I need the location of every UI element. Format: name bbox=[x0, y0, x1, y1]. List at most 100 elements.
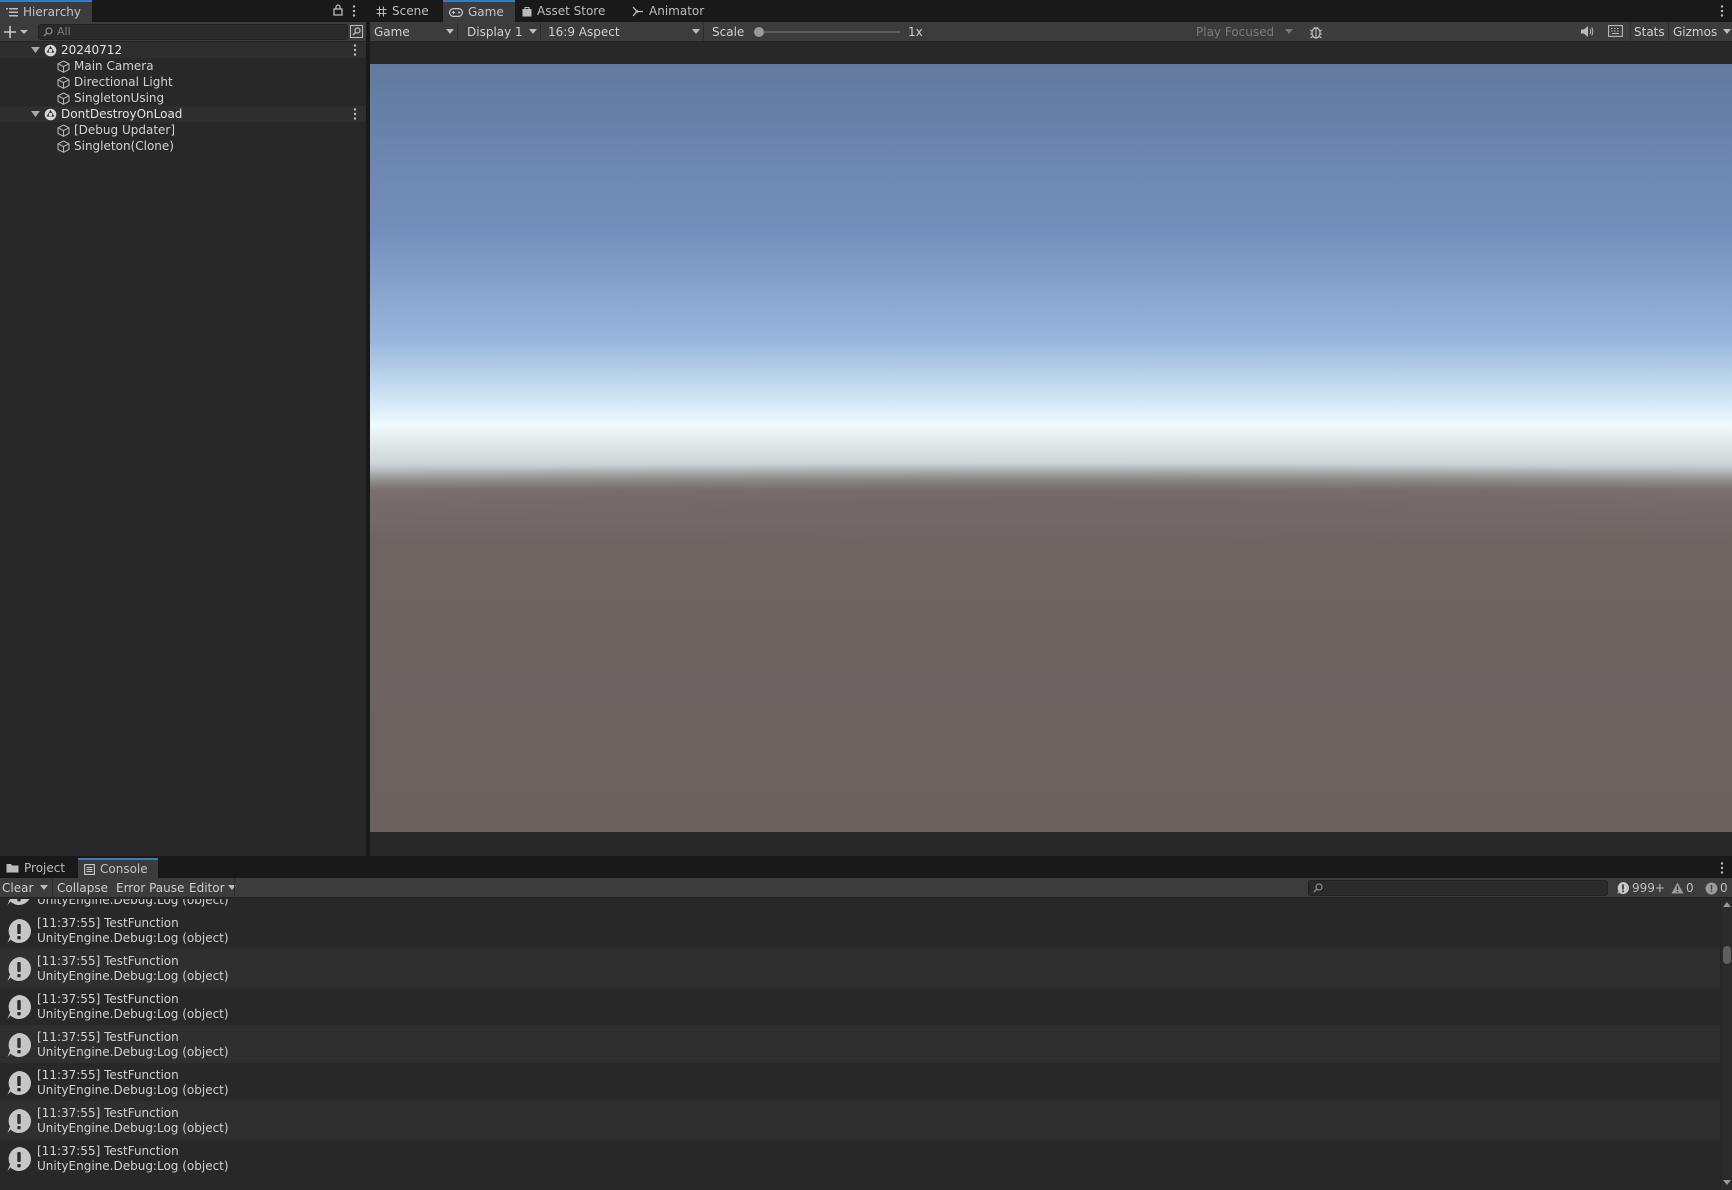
log-entry-message: [11:37:55] TestFunction bbox=[37, 1030, 179, 1044]
log-entry-stack: UnityEngine.Debug:Log (object) bbox=[37, 1045, 229, 1059]
clear-options-dropdown[interactable] bbox=[40, 885, 48, 891]
log-count: 999+ bbox=[1632, 881, 1665, 895]
gameobject-cube-icon bbox=[57, 75, 70, 89]
unity-scene-icon bbox=[44, 44, 57, 57]
console-entry[interactable]: [11:37:55] TestFunction UnityEngine.Debu… bbox=[0, 949, 1720, 987]
warning-count: 0 bbox=[1686, 881, 1694, 895]
mute-audio-icon[interactable] bbox=[1580, 25, 1594, 38]
kebab-menu-icon[interactable] bbox=[352, 5, 356, 17]
animator-icon bbox=[632, 6, 644, 17]
tab-animator[interactable]: Animator bbox=[626, 0, 716, 22]
folder-icon bbox=[6, 863, 19, 873]
console-entry[interactable]: [11:37:55] TestFunction UnityEngine.Debu… bbox=[0, 987, 1720, 1025]
editor-dropdown[interactable]: Editor bbox=[187, 880, 238, 896]
gameobject-cube-icon bbox=[57, 123, 70, 137]
center-tabbar: Scene Game Asset Store Animator bbox=[370, 0, 1732, 22]
console-entry[interactable]: [11:37:55] TestFunction UnityEngine.Debu… bbox=[0, 1101, 1720, 1139]
hierarchy-item-directional-light[interactable]: Directional Light bbox=[0, 74, 366, 90]
tab-game[interactable]: Game bbox=[443, 0, 515, 22]
hierarchy-search-input[interactable]: All bbox=[38, 24, 348, 40]
scroll-down-icon[interactable] bbox=[1723, 1180, 1731, 1186]
stats-button[interactable]: Stats bbox=[1631, 25, 1668, 39]
scale-slider-thumb[interactable] bbox=[754, 27, 764, 37]
game-toolbar: Game Display 1 16:9 Aspect Scale 1x Play… bbox=[370, 22, 1732, 42]
log-entry-stack: UnityEngine.Debug:Log (object) bbox=[37, 1159, 229, 1173]
gameobject-cube-icon bbox=[57, 139, 70, 153]
scene-row-dontdestroyonload[interactable]: DontDestroyOnLoad bbox=[0, 106, 366, 122]
hierarchy-item-main-camera[interactable]: Main Camera bbox=[0, 58, 366, 74]
expand-arrow-icon[interactable] bbox=[31, 46, 40, 54]
error-pause-button[interactable]: Error Pause bbox=[114, 880, 186, 896]
console-search-input[interactable] bbox=[1308, 880, 1608, 896]
play-focused-dropdown[interactable]: Play Focused bbox=[1192, 23, 1296, 41]
console-panel: Project Console Clear Collapse Error Pau… bbox=[0, 858, 1732, 1190]
warning-count-toggle[interactable]: 0 bbox=[1671, 880, 1694, 896]
hierarchy-item-debug-updater[interactable]: [Debug Updater] bbox=[0, 122, 366, 138]
aspect-dropdown[interactable]: 16:9 Aspect bbox=[544, 23, 704, 41]
tab-project-label: Project bbox=[24, 861, 66, 875]
gizmos-dropdown[interactable]: Gizmos bbox=[1669, 23, 1732, 41]
keyboard-shortcuts-icon[interactable] bbox=[1608, 25, 1623, 37]
game-mode-label: Game bbox=[374, 25, 410, 39]
warning-icon bbox=[1671, 882, 1684, 894]
hierarchy-item-singleton-clone[interactable]: Singleton(Clone) bbox=[0, 138, 366, 154]
list-icon bbox=[6, 7, 18, 17]
game-viewport[interactable] bbox=[370, 64, 1732, 832]
console-entry[interactable]: [11:37:55] TestFunction UnityEngine.Debu… bbox=[0, 1063, 1720, 1101]
log-info-icon bbox=[6, 1146, 32, 1172]
tab-console[interactable]: Console bbox=[78, 858, 158, 878]
kebab-menu-icon[interactable] bbox=[1720, 862, 1724, 874]
tab-scene[interactable]: Scene bbox=[370, 0, 442, 22]
log-count-toggle[interactable]: 999+ bbox=[1616, 880, 1665, 896]
game-panel: Scene Game Asset Store Animator Game Dis… bbox=[370, 0, 1732, 856]
bottom-tabbar: Project Console bbox=[0, 858, 1732, 878]
log-info-icon bbox=[6, 1108, 32, 1134]
collapse-button[interactable]: Collapse bbox=[55, 880, 110, 896]
info-icon bbox=[1616, 881, 1630, 895]
tab-project[interactable]: Project bbox=[0, 858, 76, 878]
console-scrollbar[interactable] bbox=[1720, 900, 1732, 1190]
console-entry[interactable]: [11:37:55] TestFunction UnityEngine.Debu… bbox=[0, 911, 1720, 949]
display-dropdown[interactable]: Display 1 bbox=[461, 23, 541, 41]
hierarchy-item-label: SingletonUsing bbox=[74, 91, 165, 105]
log-entry-message: [11:37:55] TestFunction bbox=[37, 1068, 179, 1082]
scale-label: Scale bbox=[712, 25, 745, 39]
expand-arrow-icon[interactable] bbox=[31, 110, 40, 118]
hierarchy-item-singleton-using[interactable]: SingletonUsing bbox=[0, 90, 366, 106]
scene-name: 20240712 bbox=[61, 43, 123, 57]
console-icon bbox=[84, 863, 95, 875]
gameobject-cube-icon bbox=[57, 91, 70, 105]
chevron-down-icon bbox=[529, 29, 537, 34]
lock-icon[interactable] bbox=[333, 4, 343, 16]
add-dropdown-button[interactable] bbox=[4, 25, 30, 39]
bug-icon[interactable] bbox=[1308, 24, 1324, 40]
tab-asset-store[interactable]: Asset Store bbox=[516, 0, 616, 22]
log-info-icon bbox=[6, 1070, 32, 1096]
error-icon bbox=[1705, 882, 1718, 895]
console-toolbar: Clear Collapse Error Pause Editor 999+ 0… bbox=[0, 878, 1732, 898]
clear-button[interactable]: Clear bbox=[0, 880, 35, 896]
scene-menu-icon[interactable] bbox=[353, 108, 357, 120]
scale-slider-track[interactable] bbox=[754, 31, 900, 33]
scene-visibility-search-icon[interactable] bbox=[350, 25, 363, 38]
game-mode-dropdown[interactable]: Game bbox=[370, 23, 458, 41]
toolbar-divider bbox=[234, 878, 235, 898]
error-count-toggle[interactable]: 0 bbox=[1705, 880, 1728, 896]
scene-menu-icon[interactable] bbox=[353, 44, 357, 56]
kebab-menu-icon[interactable] bbox=[1720, 5, 1724, 17]
toolbar-divider bbox=[52, 878, 53, 898]
console-log-list[interactable]: UnityEngine.Debug:Log (object) [11:37:55… bbox=[0, 899, 1720, 1190]
scene-name: DontDestroyOnLoad bbox=[61, 107, 183, 121]
console-entry[interactable]: [11:37:55] TestFunction UnityEngine.Debu… bbox=[0, 1139, 1720, 1177]
tab-game-label: Game bbox=[468, 5, 504, 19]
tab-hierarchy[interactable]: Hierarchy bbox=[0, 0, 92, 22]
console-entry-partial[interactable]: UnityEngine.Debug:Log (object) bbox=[0, 899, 1720, 911]
log-entry-stack: UnityEngine.Debug:Log (object) bbox=[37, 1083, 229, 1097]
gizmos-label: Gizmos bbox=[1673, 25, 1718, 39]
scene-row-20240712[interactable]: 20240712 bbox=[0, 42, 366, 58]
tab-scene-label: Scene bbox=[392, 4, 429, 18]
scroll-up-icon[interactable] bbox=[1723, 902, 1731, 908]
scrollbar-thumb[interactable] bbox=[1723, 946, 1731, 964]
console-entry[interactable]: [11:37:55] TestFunction UnityEngine.Debu… bbox=[0, 1025, 1720, 1063]
hierarchy-item-label: [Debug Updater] bbox=[74, 123, 176, 137]
